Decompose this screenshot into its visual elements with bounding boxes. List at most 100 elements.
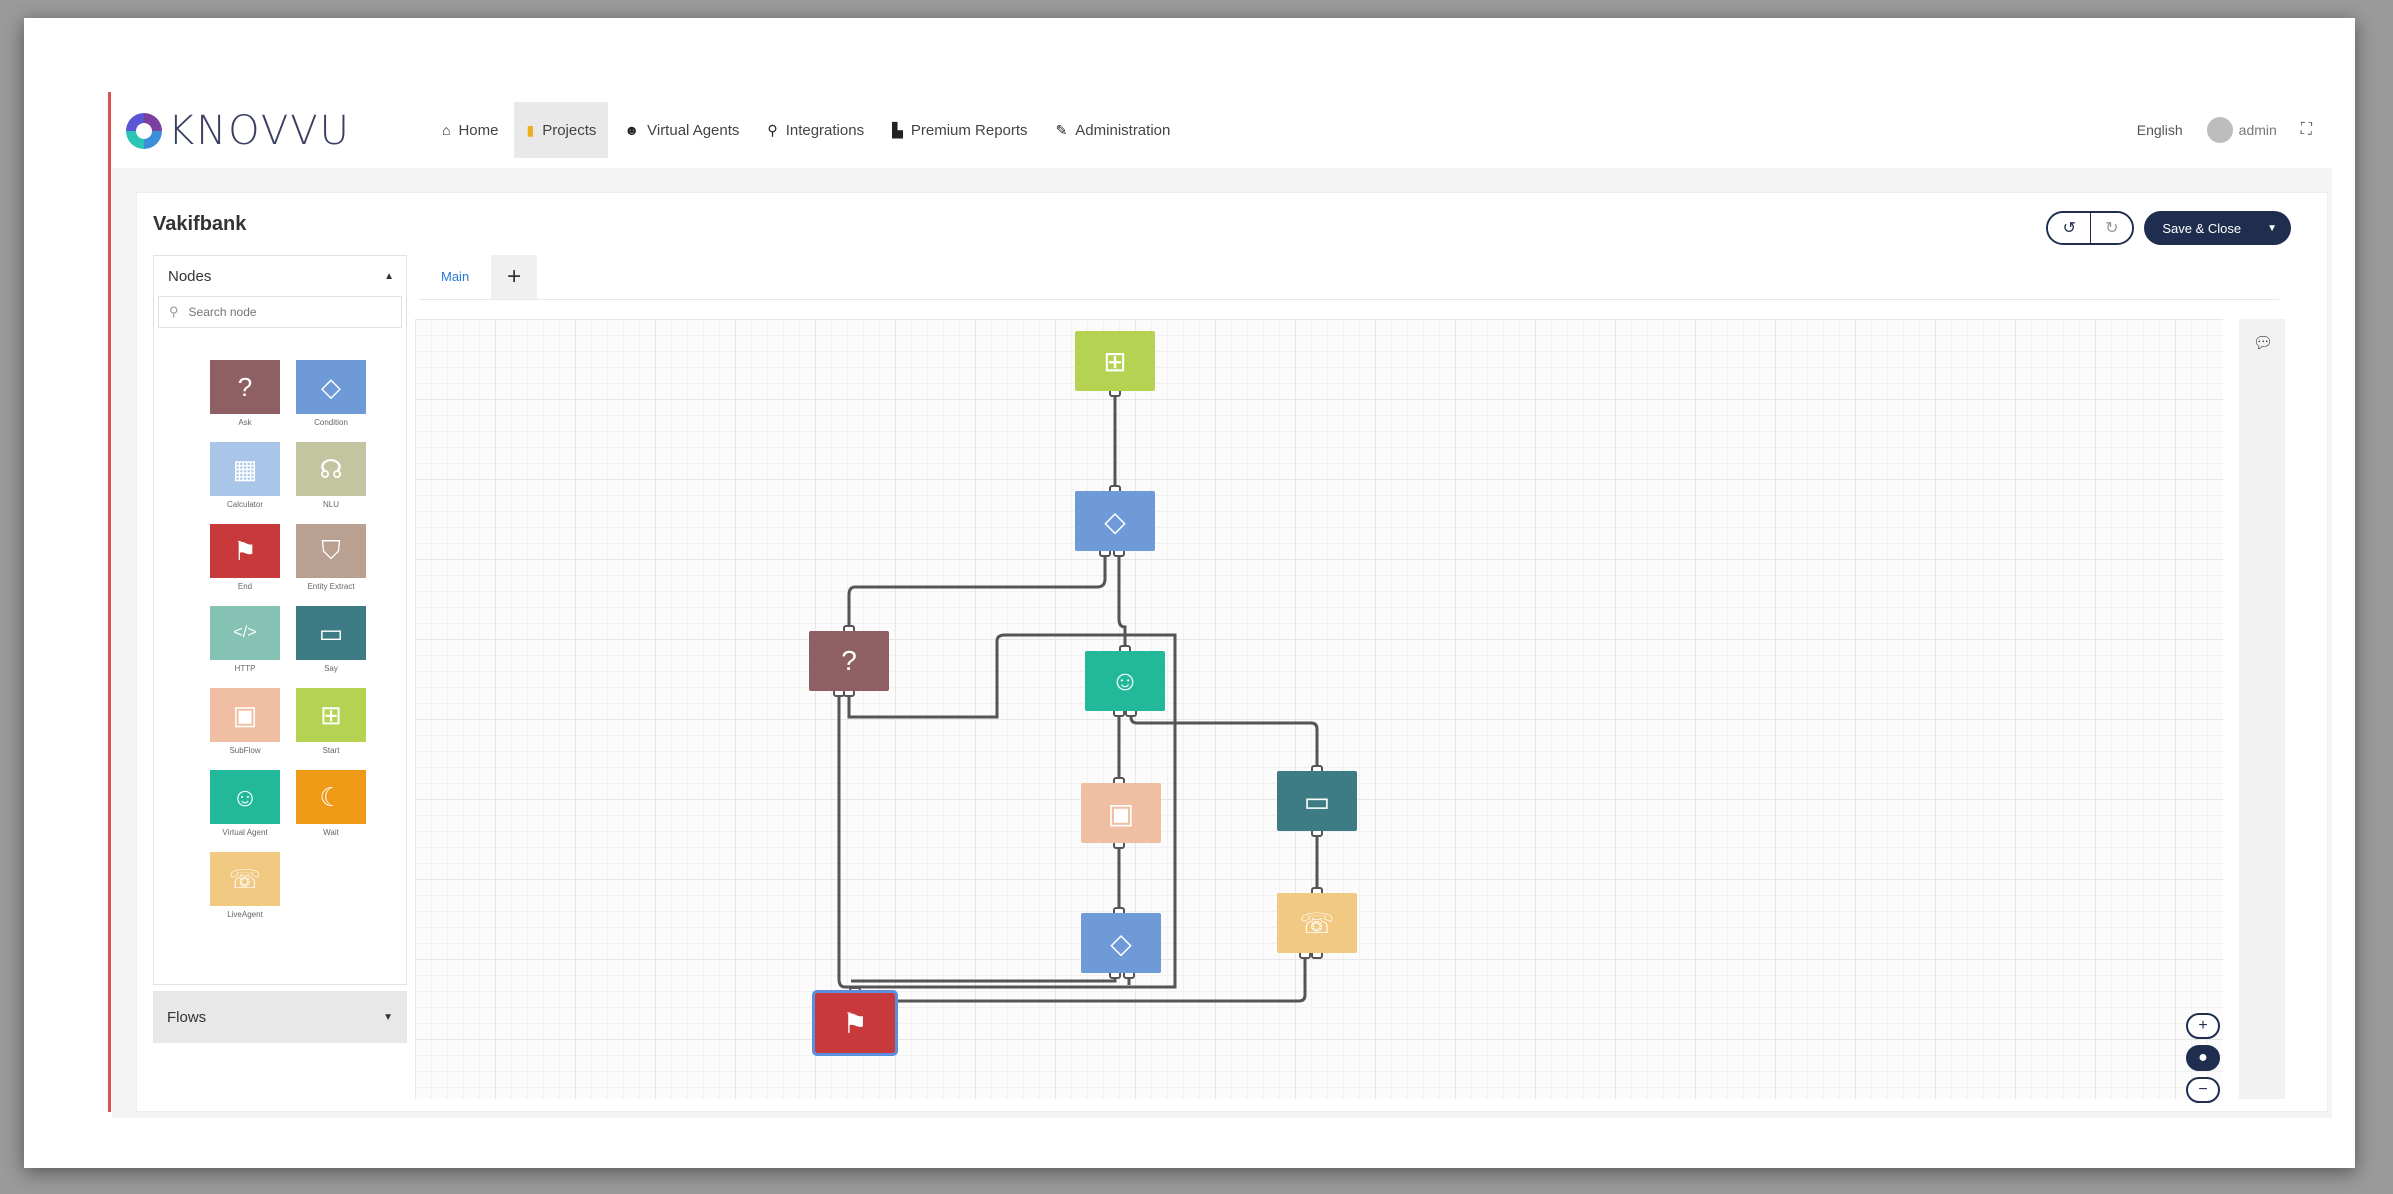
- page-title: Vakifbank: [153, 213, 247, 235]
- connection-line[interactable]: [837, 691, 846, 989]
- flow-node-liveagent[interactable]: ☏: [1277, 893, 1357, 953]
- start-node-icon: ⊞: [296, 688, 366, 742]
- zoom-controls: + ● −: [2186, 1013, 2220, 1103]
- palette-item-label: NLU: [322, 500, 339, 509]
- flow-node-ask[interactable]: ?: [809, 631, 889, 691]
- flow-node-end[interactable]: ⚑: [812, 990, 898, 1056]
- fullscreen-icon[interactable]: ⛶: [2301, 121, 2312, 139]
- nav-item-premium-reports[interactable]: ▙ Premium Reports: [880, 102, 1039, 158]
- save-close-button[interactable]: Save & Close ▼: [2144, 211, 2291, 245]
- nav-item-label: Virtual Agents: [647, 121, 740, 139]
- palette-item-wait[interactable]: ☾ Wait: [288, 770, 374, 846]
- nav-item-label: Home: [458, 121, 499, 139]
- undo-redo-group: ↺ ↻: [2046, 211, 2135, 245]
- undo-icon: ↺: [2062, 220, 2077, 237]
- nav-item-virtual-agents[interactable]: ☻ Virtual Agents: [612, 102, 751, 158]
- palette-item-label: HTTP: [234, 664, 256, 673]
- connection-line[interactable]: [1129, 711, 1319, 771]
- projects-icon: ▮: [526, 121, 535, 138]
- wait-node-icon: ☾: [296, 770, 366, 824]
- palette-item-label: Wait: [323, 828, 339, 837]
- nav-item-projects[interactable]: ▮ Projects: [514, 102, 609, 158]
- nav-item-home[interactable]: ⌂ Home: [430, 102, 510, 158]
- flow-editor-panel: Vakifbank ↺ ↻ Save & Close ▼ Nodes ▲ ⚲ ?…: [136, 192, 2328, 1112]
- palette-item-label: Say: [324, 664, 338, 673]
- search-input[interactable]: [188, 305, 369, 319]
- nlu-node-icon: ☊: [296, 442, 366, 496]
- palette-item-http[interactable]: </> HTTP: [202, 606, 288, 682]
- logo-mark-icon: [126, 113, 162, 149]
- flow-node-condition[interactable]: ◇: [1081, 913, 1161, 973]
- top-right-tools: English admin ⛶: [2137, 102, 2312, 158]
- tab-main[interactable]: Main: [419, 255, 492, 299]
- nav-item-label: Administration: [1075, 121, 1171, 139]
- flow-node-condition[interactable]: ◇: [1075, 491, 1155, 551]
- virtual-agent-node-icon: ☺: [210, 770, 280, 824]
- nav-item-administration[interactable]: ✎ Administration: [1044, 102, 1183, 158]
- home-icon: ⌂: [442, 122, 451, 138]
- palette-item-calculator[interactable]: ▦ Calculator: [202, 442, 288, 518]
- palette-item-label: Condition: [314, 418, 348, 427]
- language-selector[interactable]: English: [2137, 122, 2183, 138]
- flows-title: Flows: [167, 1008, 207, 1026]
- palette-item-label: Calculator: [226, 500, 263, 509]
- username: admin: [2238, 122, 2277, 138]
- chart-icon: ▙: [892, 121, 903, 138]
- palette-item-label: LiveAgent: [227, 910, 263, 919]
- flow-node-subflow[interactable]: ▣: [1081, 783, 1161, 843]
- main-nav: ⌂ Home ▮ Projects ☻ Virtual Agents ⚲ Integratio…: [430, 102, 1182, 158]
- condition-node-icon: ◇: [296, 360, 366, 414]
- palette-item-liveagent[interactable]: ☏ LiveAgent: [202, 852, 288, 928]
- flow-node-virtual-agent[interactable]: ☺: [1085, 651, 1165, 711]
- palette-item-label: End: [237, 582, 253, 591]
- palette-item-virtual-agent[interactable]: ☺ Virtual Agent: [202, 770, 288, 846]
- comments-icon[interactable]: 💬︎: [2253, 333, 2273, 353]
- palette-item-nlu[interactable]: ☊ NLU: [288, 442, 374, 518]
- users-icon: ☻: [624, 122, 640, 138]
- nodes-header[interactable]: Nodes ▲: [154, 256, 406, 296]
- zoom-in-button[interactable]: +: [2186, 1013, 2220, 1039]
- connection-line[interactable]: [851, 973, 1117, 983]
- flow-canvas[interactable]: ⊞ ◇? ☺ ▣ ▭ ◇ ☏ ⚑: [415, 319, 2223, 1099]
- left-edge-line: [108, 92, 111, 1112]
- tab-divider: [419, 299, 2279, 300]
- search-icon: ⚲: [169, 304, 179, 319]
- plus-icon: +: [507, 263, 522, 290]
- flow-node-say[interactable]: ▭: [1277, 771, 1357, 831]
- palette-item-label: Entity Extract: [307, 582, 355, 591]
- zoom-out-button[interactable]: −: [2186, 1077, 2220, 1103]
- nav-item-label: Projects: [542, 121, 597, 139]
- calculator-node-icon: ▦: [210, 442, 280, 496]
- user-menu[interactable]: admin: [2206, 117, 2277, 143]
- redo-icon: ↻: [2105, 220, 2119, 237]
- caret-up-icon: ▲: [384, 270, 394, 282]
- palette-item-say[interactable]: ▭ Say: [288, 606, 374, 682]
- brand-logo[interactable]: KNOVVU: [126, 106, 351, 156]
- flow-node-start[interactable]: ⊞: [1075, 331, 1155, 391]
- undo-button[interactable]: ↺: [2048, 213, 2091, 243]
- add-tab-button[interactable]: +: [491, 255, 538, 299]
- flows-header[interactable]: Flows ▼: [153, 991, 407, 1043]
- avatar: [2206, 117, 2233, 143]
- brand-name: KNOVVU: [168, 108, 351, 154]
- palette-item-condition[interactable]: ◇ Condition: [288, 360, 374, 436]
- save-close-label: Save & Close: [2162, 220, 2242, 236]
- nav-item-integrations[interactable]: ⚲ Integrations: [755, 102, 876, 158]
- palette-item-subflow[interactable]: ▣ SubFlow: [202, 688, 288, 764]
- redo-button[interactable]: ↻: [2090, 213, 2133, 243]
- node-search: ⚲: [158, 296, 402, 328]
- http-node-icon: </>: [210, 606, 280, 660]
- connection-line[interactable]: [847, 551, 1107, 631]
- palette-item-end[interactable]: ⚑ End: [202, 524, 288, 600]
- chevron-down-icon[interactable]: ▼: [2267, 223, 2277, 234]
- wrench-icon: ✎: [1055, 121, 1068, 138]
- palette-item-entity-extract[interactable]: ⛉ Entity Extract: [288, 524, 374, 600]
- palette-item-start[interactable]: ⊞ Start: [288, 688, 374, 764]
- say-node-icon: ▭: [296, 606, 366, 660]
- nodes-sidebar: Nodes ▲ ⚲ ? Ask ◇ Condition ▦ Calculator ☊ NLU ⚑…: [153, 255, 407, 985]
- palette-item-ask[interactable]: ? Ask: [202, 360, 288, 436]
- zoom-reset-button[interactable]: ●: [2186, 1045, 2220, 1071]
- nav-item-label: Integrations: [785, 121, 865, 139]
- node-palette: ? Ask ◇ Condition ▦ Calculator ☊ NLU ⚑ End ⛉ Entity…: [202, 360, 374, 928]
- palette-item-label: Virtual Agent: [222, 828, 268, 837]
